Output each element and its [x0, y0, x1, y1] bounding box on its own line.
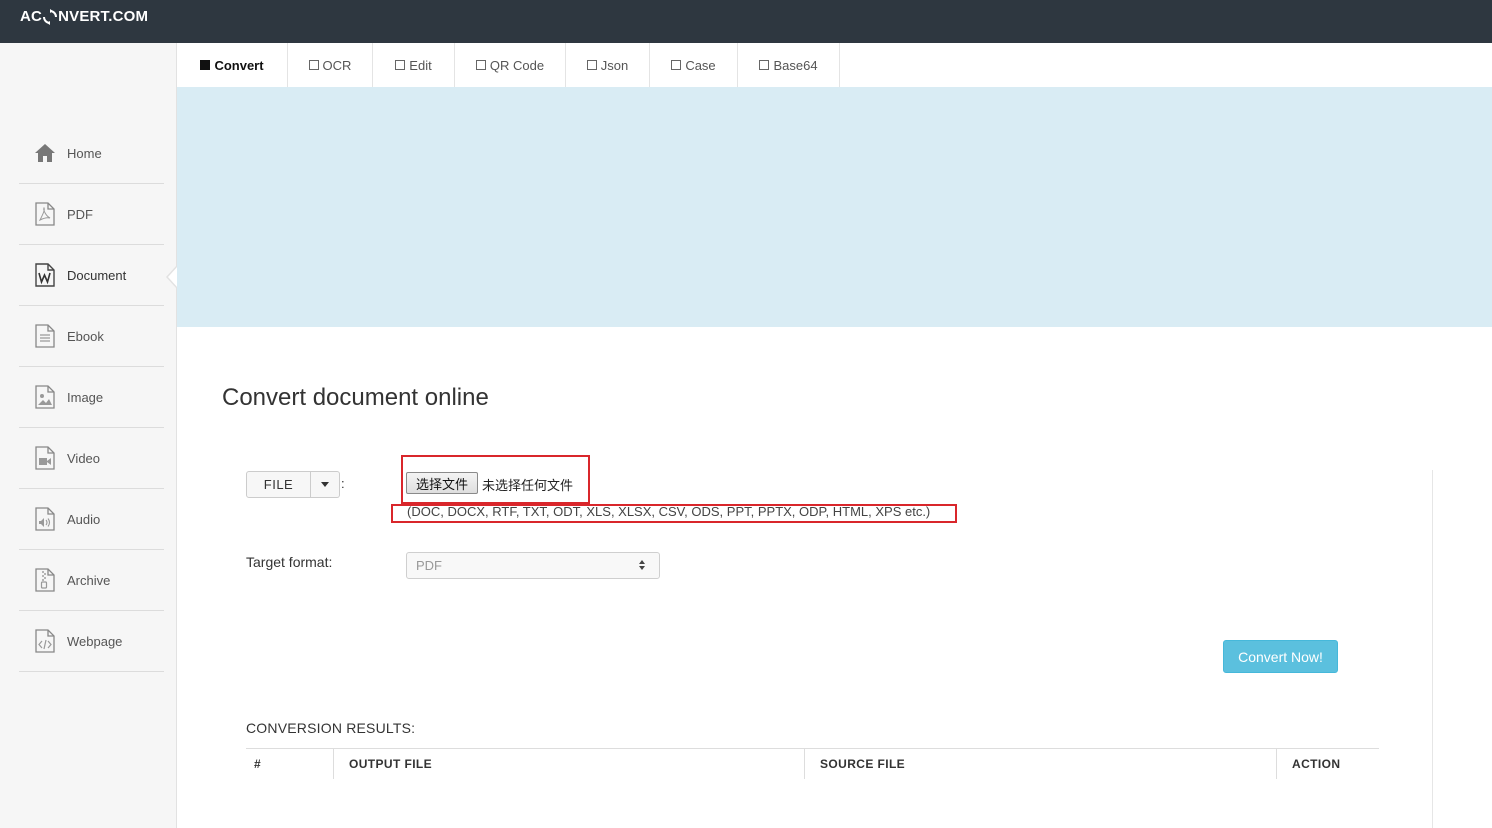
sidebar-item-pdf[interactable]: PDF — [19, 184, 164, 245]
file-source-dropdown: FILE — [246, 471, 340, 498]
conversion-results-title: CONVERSION RESULTS: — [246, 720, 416, 736]
tab-convert[interactable]: Convert — [177, 43, 288, 87]
word-document-icon — [33, 262, 57, 288]
page-title: Convert document online — [222, 384, 489, 411]
sidebar-item-archive[interactable]: Archive — [19, 550, 164, 611]
sidebar-item-webpage[interactable]: Webpage — [19, 611, 164, 672]
sidebar-item-image[interactable]: Image — [19, 367, 164, 428]
audio-file-icon — [33, 506, 57, 532]
tab-json[interactable]: Json — [566, 43, 650, 87]
sidebar-item-video[interactable]: Video — [19, 428, 164, 489]
target-format-label: Target format: — [246, 554, 333, 570]
sidebar-item-label: Archive — [67, 572, 111, 588]
convert-now-button[interactable]: Convert Now! — [1223, 640, 1338, 673]
archive-file-icon — [33, 567, 57, 593]
tab-label: Edit — [409, 57, 432, 73]
pdf-file-icon — [33, 201, 57, 227]
checkbox-empty-icon — [475, 60, 486, 70]
top-bar: AC NVERT.COM — [0, 0, 1492, 43]
column-header-source-file: SOURCE FILE — [804, 749, 1276, 779]
video-file-icon — [33, 445, 57, 471]
tab-label: OCR — [322, 57, 352, 73]
site-logo[interactable]: AC NVERT.COM — [20, 8, 148, 25]
tab-label: Convert — [214, 57, 264, 73]
supported-formats-text: (DOC, DOCX, RTF, TXT, ODT, XLS, XLSX, CS… — [407, 504, 931, 519]
file-source-button[interactable]: FILE — [246, 471, 311, 498]
sidebar-item-label: Webpage — [67, 633, 123, 649]
ad-banner — [177, 87, 1492, 327]
tab-label: Base64 — [773, 57, 818, 73]
sidebar-item-label: Document — [67, 267, 127, 283]
sidebar-item-label: Audio — [67, 511, 101, 527]
sidebar-item-label: Ebook — [67, 328, 104, 344]
logo-suffix: NVERT.COM — [58, 8, 149, 25]
target-format-value: PDF — [416, 558, 442, 573]
file-colon: : — [341, 476, 345, 491]
tab-label: Json — [600, 57, 629, 73]
sidebar-item-audio[interactable]: Audio — [19, 489, 164, 550]
target-format-select[interactable]: PDF — [406, 552, 660, 579]
tab-case[interactable]: Case — [650, 43, 738, 87]
tab-ocr[interactable]: OCR — [288, 43, 373, 87]
sidebar-item-home[interactable]: Home — [19, 123, 164, 184]
checkbox-empty-icon — [395, 60, 406, 70]
sidebar-item-label: Video — [67, 450, 101, 466]
select-arrows-icon — [639, 560, 645, 572]
column-header-number: # — [254, 757, 262, 771]
sidebar-item-label: PDF — [67, 206, 93, 222]
tab-edit[interactable]: Edit — [373, 43, 455, 87]
content-divider — [1432, 470, 1433, 828]
column-header-output-file: OUTPUT FILE — [333, 749, 804, 779]
checkbox-empty-icon — [671, 60, 682, 70]
tool-tabs: Convert OCR Edit QR Code Json Case Base6… — [177, 43, 1492, 87]
tab-qr-code[interactable]: QR Code — [455, 43, 566, 87]
refresh-icon — [43, 8, 58, 25]
results-table-header: # OUTPUT FILE SOURCE FILE ACTION — [246, 748, 1379, 779]
sidebar-item-ebook[interactable]: Ebook — [19, 306, 164, 367]
checkbox-empty-icon — [586, 60, 597, 70]
file-source-caret-button[interactable] — [311, 471, 340, 498]
sidebar: Home PDF Document Ebook Image Video Audi… — [0, 43, 177, 828]
choose-file-button[interactable]: 选择文件 — [406, 472, 478, 494]
image-file-icon — [33, 384, 57, 410]
sidebar-item-label: Home — [67, 145, 102, 161]
column-header-action: ACTION — [1276, 749, 1379, 779]
logo-prefix: AC — [20, 8, 43, 25]
tab-label: QR Code — [489, 57, 545, 73]
checkbox-empty-icon — [308, 60, 319, 70]
caret-down-icon — [321, 482, 329, 487]
no-file-chosen-text: 未选择任何文件 — [482, 478, 574, 493]
tab-label: Case — [685, 57, 716, 73]
checkbox-filled-icon — [200, 60, 211, 70]
ebook-icon — [33, 323, 57, 349]
webpage-file-icon — [33, 628, 57, 654]
checkbox-empty-icon — [759, 60, 770, 70]
home-icon — [33, 140, 57, 166]
tab-base64[interactable]: Base64 — [738, 43, 840, 87]
sidebar-item-document[interactable]: Document — [19, 245, 164, 306]
sidebar-item-label: Image — [67, 389, 104, 405]
